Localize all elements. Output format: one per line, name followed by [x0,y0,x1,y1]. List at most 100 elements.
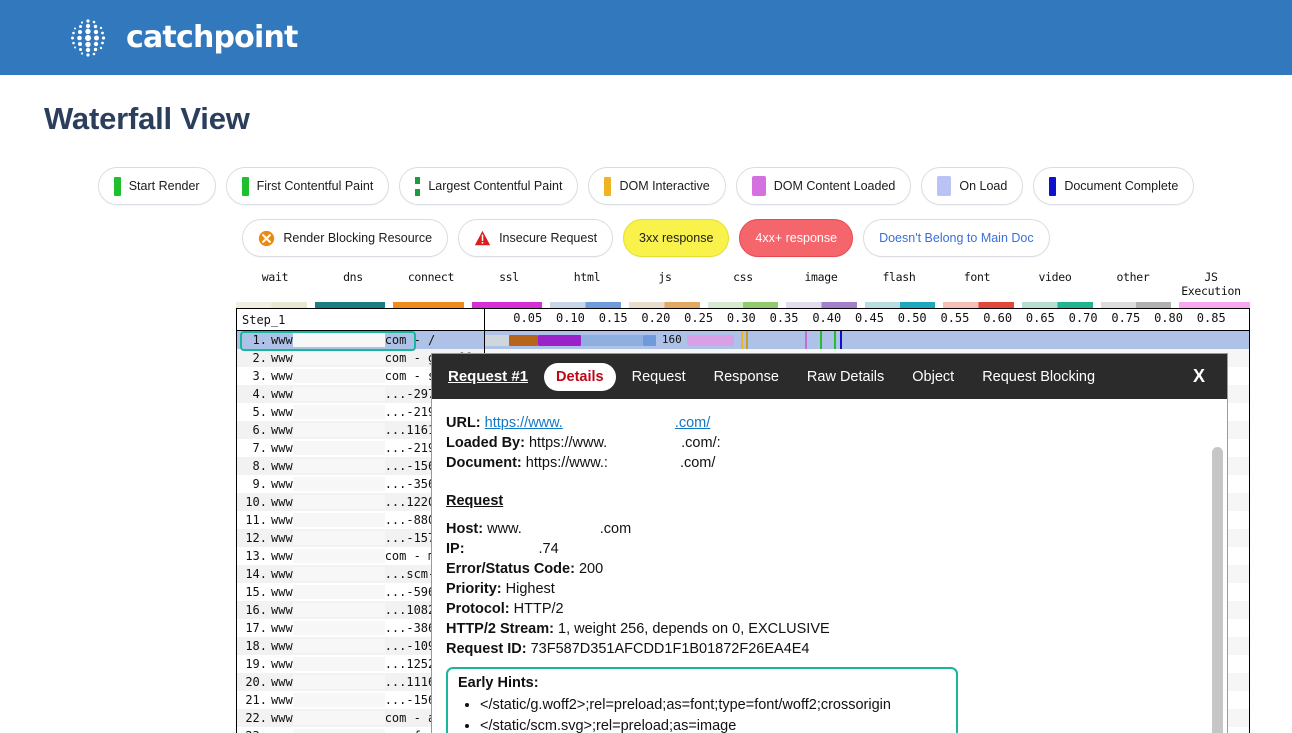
timeline-segment [687,335,734,346]
details-scrollbar-thumb[interactable] [1212,447,1223,733]
tab-details[interactable]: Details [544,363,616,391]
redacted-domain [293,387,385,401]
type-legend-label: js [626,270,704,298]
detail-status-label: Error/Status Code: [446,561,575,577]
legend-pill-label: DOM Content Loaded [774,179,896,193]
redacted-domain [293,639,385,653]
redacted-domain [293,495,385,509]
brand-logo[interactable]: catchpoint [64,14,298,62]
detail-document-prefix: https://www.: [526,455,608,471]
type-legend-label: connect [392,270,470,298]
legend-pill-document-complete[interactable]: Document Complete [1033,167,1194,205]
type-legend-label: image [782,270,860,298]
request-index: 6. [237,423,271,437]
tab-response[interactable]: Response [702,363,791,391]
timeline-segment [581,335,643,346]
render-blocking-x-circle-icon [258,230,275,247]
timeline-ticks: 0.050.100.150.200.250.300.350.400.450.50… [485,309,1249,330]
request-host: www [271,729,293,733]
early-hints-label: Early Hints: [458,673,946,693]
legend-pill-dom-interactive[interactable]: DOM Interactive [588,167,725,205]
redacted-domain [293,405,385,419]
legend-swatch-icon [114,177,121,196]
request-index: 13. [237,549,271,563]
milestone-marker [805,331,807,349]
request-index: 16. [237,603,271,617]
request-row-timeline[interactable]: 160 ms [485,331,1249,349]
detail-http2-stream-value: 1, weight 256, depends on 0, EXCLUSIVE [558,621,830,637]
timeline-segment [538,335,581,346]
request-row-name[interactable]: 1.www com - / [237,331,484,349]
detail-host-prefix: www. [487,521,522,537]
tab-request[interactable]: Request [620,363,698,391]
timeline-tick-label: 0.65 [1026,311,1055,325]
timeline-tick-label: 0.05 [513,311,542,325]
detail-url-suffix[interactable]: .com/ [675,415,710,431]
timeline-tick-label: 0.75 [1111,311,1140,325]
request-host: www [271,405,293,419]
redacted-domain [293,423,385,437]
legend-pill-insecure-request[interactable]: Insecure Request [458,219,613,257]
timeline-tick-label: 0.80 [1154,311,1183,325]
redacted-domain [293,729,385,733]
milestone-marker [746,331,748,349]
legend-swatch-icon [242,177,249,196]
detail-url-prefix[interactable]: https://www. [485,415,563,431]
redacted-domain [293,603,385,617]
legend-pill-first-contentful-paint[interactable]: First Contentful Paint [226,167,390,205]
milestone-marker [834,331,836,349]
request-host: www [271,495,293,509]
detail-http2-stream: HTTP/2 Stream: 1, weight 256, depends on… [446,619,1209,639]
detail-loaded-by: Loaded By: https://www. .com/: [446,433,1209,453]
type-legend-label: ssl [470,270,548,298]
redacted-domain [293,459,385,473]
request-index: 12. [237,531,271,545]
type-legend-label: html [548,270,626,298]
early-hints-list: </static/g.woff2>;rel=preload;as=font;ty… [458,695,946,733]
detail-loaded-by-prefix: https://www. [529,435,607,451]
legend-pill-largest-contentful-paint[interactable]: Largest Contentful Paint [399,167,578,205]
close-icon[interactable]: X [1185,364,1213,389]
detail-http2-stream-label: HTTP/2 Stream: [446,621,554,637]
details-tabbar: Request #1 Details Request Response Raw … [432,354,1227,399]
request-index: 19. [237,657,271,671]
request-index: 10. [237,495,271,509]
request-index: 22. [237,711,271,725]
legend-pill-start-render[interactable]: Start Render [98,167,216,205]
legend-pill-doesn-t-belong-to-main-doc[interactable]: Doesn't Belong to Main Doc [863,219,1050,257]
legend-pill-on-load[interactable]: On Load [921,167,1023,205]
detail-loaded-by-suffix: .com/: [681,435,720,451]
type-legend-label: wait [236,270,314,298]
redacted-domain [293,351,385,365]
tab-raw-details[interactable]: Raw Details [795,363,896,391]
timeline-segment [643,335,656,346]
timeline-tick-label: 0.20 [641,311,670,325]
detail-status: Error/Status Code: 200 [446,559,1209,579]
request-index: 15. [237,585,271,599]
request-host: www [271,693,293,707]
redacted-domain [293,441,385,455]
request-host: www [271,639,293,653]
legend-pill-label: On Load [959,179,1007,193]
details-scrollbar[interactable] [1212,447,1223,733]
legend-pill-dom-content-loaded[interactable]: DOM Content Loaded [736,167,912,205]
timeline-tick-label: 0.35 [770,311,799,325]
timeline-segment [485,335,509,346]
legend-pill-3xx-response[interactable]: 3xx response [623,219,729,257]
tab-object[interactable]: Object [900,363,966,391]
legend-pill-label: Largest Contentful Paint [428,179,562,193]
timeline-tick-label: 0.70 [1069,311,1098,325]
legend-pill-label: Doesn't Belong to Main Doc [879,231,1034,245]
detail-ip-label: IP: [446,541,465,557]
legend-pill-4xx-response[interactable]: 4xx+ response [739,219,853,257]
request-index: 1. [237,333,271,347]
request-host: www [271,459,293,473]
request-index: 2. [237,351,271,365]
timeline-tick-label: 0.45 [855,311,884,325]
redacted-domain [293,369,385,383]
legend-pill-render-blocking-resource[interactable]: Render Blocking Resource [242,219,448,257]
request-host: www [271,531,293,545]
tab-request-blocking[interactable]: Request Blocking [970,363,1107,391]
type-legend-label: other [1094,270,1172,298]
legend-pill-label: 4xx+ response [755,231,837,245]
